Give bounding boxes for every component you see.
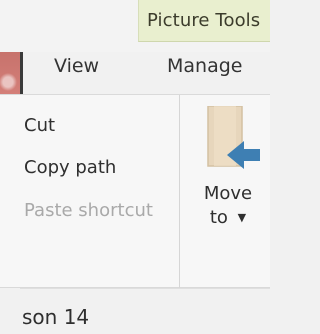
move-to-line2-wrap: to ▼	[210, 206, 246, 230]
move-to-button[interactable]: Move to ▼	[194, 100, 270, 270]
bottom-text: son 14	[22, 305, 90, 329]
move-to-label: Move to ▼	[194, 182, 262, 230]
ribbon-group-separator	[179, 95, 180, 288]
tab-manage[interactable]: Manage	[167, 55, 242, 77]
chevron-down-icon: ▼	[237, 211, 247, 224]
copy-path-button[interactable]: Copy path	[24, 157, 116, 178]
context-tab-label: Picture Tools	[147, 10, 261, 31]
paste-shortcut-button[interactable]: Paste shortcut	[24, 200, 153, 221]
move-to-line1: Move	[203, 183, 253, 204]
context-tab-picture-tools: Picture Tools	[138, 0, 270, 42]
move-to-line2: to	[209, 207, 228, 228]
cut-button[interactable]: Cut	[24, 115, 55, 136]
move-to-icon	[206, 105, 264, 176]
tab-view[interactable]: View	[54, 55, 99, 77]
